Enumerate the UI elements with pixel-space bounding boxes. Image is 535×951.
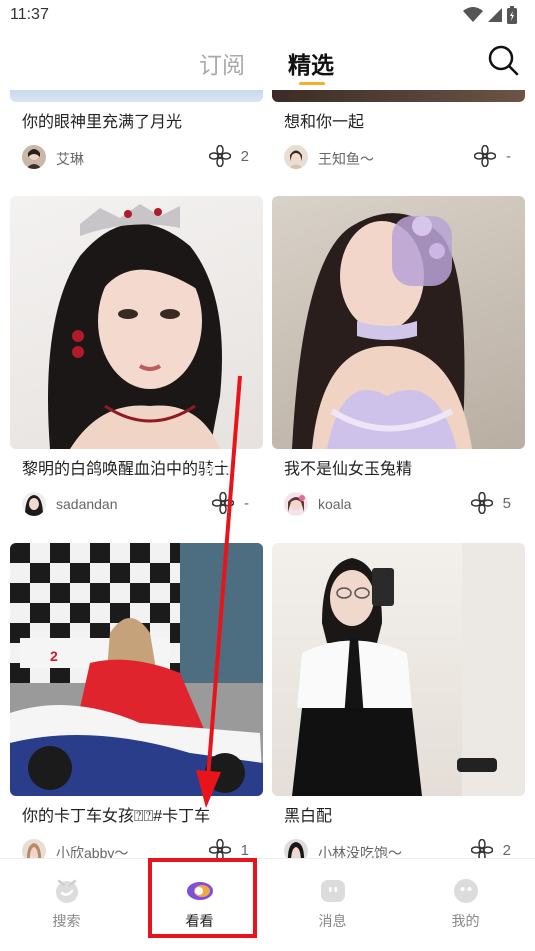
active-tab-underline (299, 82, 325, 85)
flower-like-icon (470, 492, 493, 514)
header: 订阅 精选 (0, 30, 535, 90)
message-tab-icon (320, 880, 345, 902)
avatar[interactable] (22, 145, 46, 169)
card-author[interactable]: 小林没吃饱～ (318, 843, 402, 858)
card-image[interactable] (272, 196, 525, 449)
card-title: 你的眼神里充满了月光 (22, 114, 183, 131)
flower-like-icon (212, 492, 234, 514)
nav-item-messages[interactable]: 消息 (266, 859, 399, 951)
card-image[interactable] (272, 543, 525, 796)
card-author[interactable]: 艾琳 (56, 149, 84, 169)
card-author[interactable]: sadandan (56, 496, 118, 512)
status-time: 11:37 (10, 6, 49, 23)
flower-like-icon (208, 145, 231, 167)
tab-featured[interactable]: 精选 (288, 46, 334, 80)
profile-tab-icon (453, 879, 478, 903)
card-image[interactable] (272, 90, 525, 102)
like-button[interactable]: 1 (208, 839, 249, 859)
wifi-icon (463, 7, 483, 22)
photo-woman-lavender-dress (292, 213, 472, 449)
card-author[interactable]: koala (318, 496, 351, 512)
nav-label-mine: 我的 (451, 913, 480, 929)
avatar[interactable] (284, 492, 308, 516)
like-button[interactable]: - (474, 145, 511, 167)
watermark-logo: K73 (203, 458, 247, 483)
nav-item-mine[interactable]: 我的 (399, 859, 532, 951)
card-meta: sadandan - (10, 487, 263, 521)
avatar[interactable] (22, 839, 46, 858)
photo-woman-black-white (292, 543, 525, 796)
nav-item-search[interactable]: 搜索 (0, 859, 133, 951)
card-image[interactable] (10, 196, 263, 449)
avatar[interactable] (284, 839, 308, 858)
card-image[interactable]: 2 3 (10, 543, 263, 796)
card-image[interactable] (10, 90, 263, 102)
like-button[interactable]: 2 (470, 839, 511, 859)
highlight-box (148, 858, 257, 938)
card-meta: 艾琳 2 (10, 140, 263, 174)
like-count: 2 (240, 147, 249, 165)
feed-card[interactable]: 我不是仙女玉兔精 koala 5 (272, 196, 525, 521)
feed-card[interactable]: 黑白配 小林没吃饱～ 2 (272, 543, 525, 858)
flower-like-icon (208, 839, 231, 858)
like-count: - (506, 147, 511, 165)
feed-card[interactable]: 你的眼神里充满了月光 艾琳 2 (10, 90, 263, 174)
card-title: 黑白配 (284, 808, 333, 825)
card-author[interactable]: 小欣abby～ (56, 843, 128, 858)
card-title: 我不是仙女玉兔精 (284, 461, 413, 478)
card-meta: 王知鱼～ - (272, 140, 525, 174)
photo-woman-tiara (48, 204, 222, 449)
like-button[interactable]: 2 (208, 145, 249, 167)
battery-icon (507, 6, 517, 24)
like-count: 5 (502, 494, 511, 512)
like-count: 1 (240, 841, 249, 859)
status-icons (463, 6, 517, 24)
card-title: 想和你一起 (284, 114, 365, 131)
like-count: - (244, 494, 249, 512)
signal-icon (488, 8, 502, 22)
like-button[interactable]: - (212, 492, 249, 514)
search-tab-icon (55, 879, 78, 903)
nav-label-search: 搜索 (52, 913, 81, 929)
card-meta: 小欣abby～ 1 (10, 834, 263, 858)
flower-like-icon (474, 145, 496, 167)
avatar[interactable] (284, 145, 308, 169)
like-count: 2 (502, 841, 511, 859)
svg-text:2: 2 (50, 648, 58, 664)
like-button[interactable]: 5 (470, 492, 511, 514)
card-meta: 小林没吃饱～ 2 (272, 834, 525, 858)
feed-card[interactable]: 2 3 你的卡丁车女孩⍰⍰#卡丁车 小欣abby～ 1 (10, 543, 263, 858)
avatar[interactable] (22, 492, 46, 516)
card-title: 你的卡丁车女孩⍰⍰#卡丁车 (22, 808, 211, 825)
feed: 你的眼神里充满了月光 艾琳 2 想和你一起 王知鱼～ - 黎明的白鸽唤醒血泊中的… (0, 90, 535, 858)
feed-card[interactable]: 想和你一起 王知鱼～ - (272, 90, 525, 174)
card-meta: koala 5 (272, 487, 525, 521)
flower-like-icon (470, 839, 493, 858)
bottom-nav: 搜索 看看 消息 我的 (0, 858, 535, 951)
status-bar: 11:37 (0, 0, 535, 30)
tab-subscribe[interactable]: 订阅 (199, 46, 245, 80)
search-icon[interactable] (487, 44, 519, 76)
nav-label-messages: 消息 (318, 913, 347, 929)
photo-go-kart-girl: 2 3 (10, 543, 263, 796)
card-author[interactable]: 王知鱼～ (318, 149, 374, 169)
